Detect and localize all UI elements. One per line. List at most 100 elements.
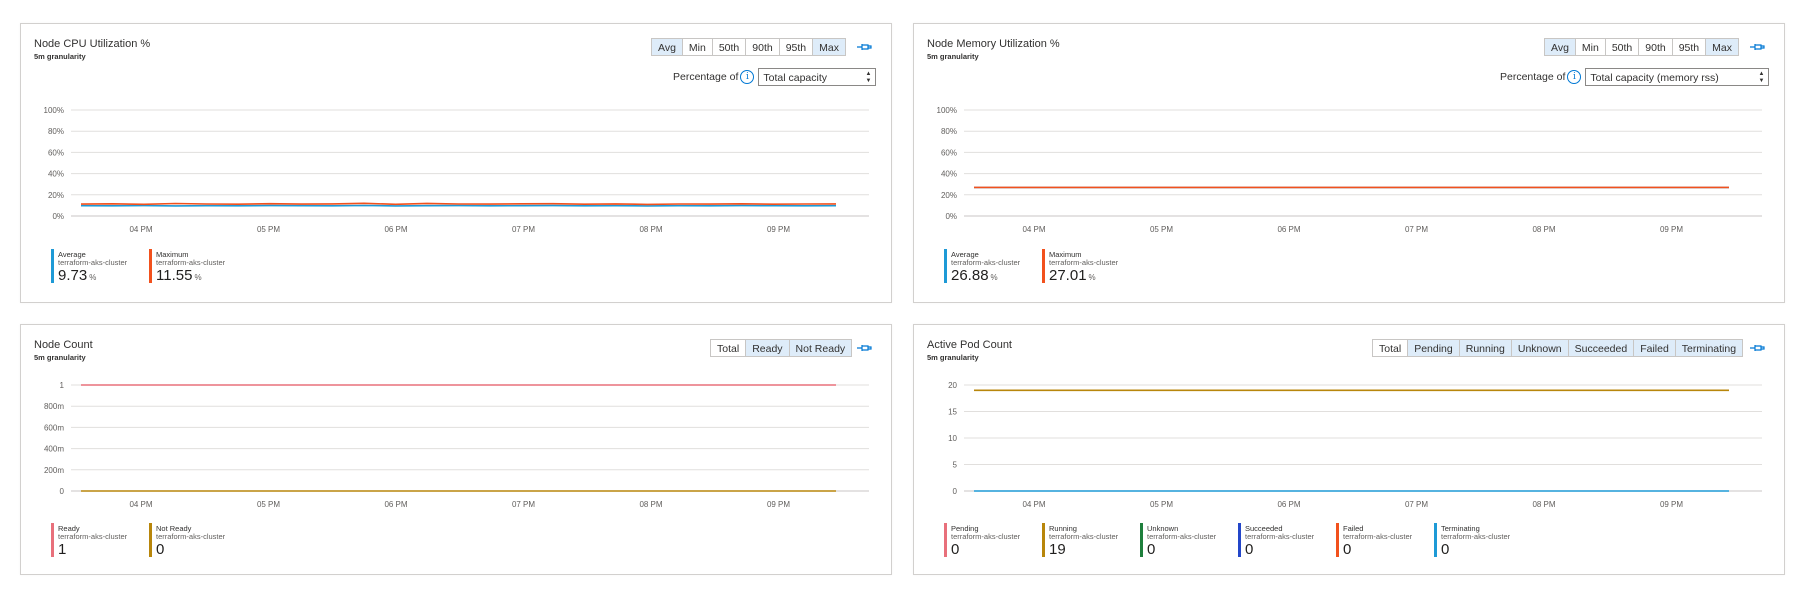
y-tick-label: 0 — [60, 487, 65, 496]
select-caret-icon: ▲ ▼ — [865, 71, 872, 84]
aggregation-95th-button[interactable]: 95th — [778, 38, 814, 56]
legend-series-source: terraform-aks-cluster — [58, 532, 128, 541]
pod-failed-button[interactable]: Failed — [1633, 339, 1676, 357]
aggregation-90th-button[interactable]: 90th — [745, 38, 780, 56]
node-not-ready-button[interactable]: Not Ready — [788, 339, 853, 357]
legend-unit: % — [990, 273, 998, 282]
series-line-maximum — [80, 202, 837, 206]
legend-unit: % — [194, 273, 202, 282]
aggregation-min-button[interactable]: Min — [681, 38, 713, 56]
aggregation-50th-button[interactable]: 50th — [711, 38, 747, 56]
legend-series-value: 0 — [156, 541, 165, 558]
pod-terminating-button[interactable]: Terminating — [1674, 339, 1744, 357]
legend-series-value: 0 — [1147, 541, 1156, 558]
legend-series-source: terraform-aks-cluster — [1049, 258, 1119, 267]
y-tick-label: 400m — [44, 445, 64, 454]
pod-pending-button[interactable]: Pending — [1407, 339, 1460, 357]
legend-series-value: 0 — [1343, 541, 1352, 558]
aggregation-avg-button[interactable]: Avg — [1544, 38, 1576, 56]
y-tick-label: 0 — [953, 487, 958, 496]
pod-running-button[interactable]: Running — [1458, 339, 1512, 357]
legend-color-swatch — [944, 523, 947, 557]
legend-color-swatch — [149, 249, 152, 283]
x-tick-label: 08 PM — [639, 500, 662, 509]
capacity-select[interactable]: Total capacity ▲ ▼ — [758, 68, 877, 86]
aggregation-50th-button[interactable]: 50th — [1604, 38, 1640, 56]
legend-series-value: 26.88% — [951, 267, 998, 284]
legend-series-source: terraform-aks-cluster — [1245, 532, 1315, 541]
y-tick-label: 800m — [44, 402, 64, 411]
panel-title: Node Count — [34, 339, 93, 351]
legend-series-source: terraform-aks-cluster — [1343, 532, 1413, 541]
legend-series-value: 0 — [1441, 541, 1450, 558]
percentage-of-label: Percentage of — [673, 71, 739, 83]
legend-series-value: 27.01% — [1049, 267, 1096, 284]
pod-count-panel: Active Pod Count 5m granularity Total Pe… — [913, 324, 1785, 575]
legend-series-source: terraform-aks-cluster — [951, 532, 1021, 541]
legend-color-swatch — [1042, 249, 1045, 283]
aggregation-95th-button[interactable]: 95th — [1671, 38, 1707, 56]
aggregation-toggle: Avg Min 50th 90th 95th Max — [651, 38, 846, 56]
x-tick-label: 08 PM — [1532, 225, 1555, 234]
node-state-toggle: Total Ready Not Ready — [710, 339, 853, 357]
node-ready-button[interactable]: Ready — [745, 339, 790, 357]
panel-subtitle: 5m granularity — [927, 52, 979, 61]
pod-succeeded-button[interactable]: Succeeded — [1567, 339, 1635, 357]
cpu-line-chart: 0% 20% 40% 60% 80% 100% 04 PM 05 PM 06 PM 07 PM 08… — [44, 106, 869, 234]
y-tick-label: 10 — [948, 434, 957, 443]
aggregation-max-button[interactable]: Max — [812, 38, 846, 56]
legend-unit: % — [89, 273, 97, 282]
legend-series-value: 0 — [1245, 541, 1254, 558]
y-tick-label: 0% — [945, 212, 957, 221]
select-caret-icon: ▲ ▼ — [1758, 71, 1765, 84]
y-tick-label: 60% — [48, 148, 64, 157]
x-tick-label: 09 PM — [1660, 500, 1683, 509]
panel-subtitle: 5m granularity — [927, 353, 979, 362]
node-total-button[interactable]: Total — [710, 339, 747, 357]
aggregation-min-button[interactable]: Min — [1574, 38, 1606, 56]
aggregation-90th-button[interactable]: 90th — [1638, 38, 1673, 56]
x-tick-label: 05 PM — [257, 500, 280, 509]
x-tick-label: 08 PM — [639, 225, 662, 234]
y-tick-label: 0% — [52, 212, 64, 221]
y-tick-label: 100% — [937, 106, 957, 115]
x-tick-label: 04 PM — [129, 500, 152, 509]
aggregation-avg-button[interactable]: Avg — [651, 38, 683, 56]
panel-title: Active Pod Count — [927, 339, 1012, 351]
legend-series-value: 0 — [951, 541, 960, 558]
x-tick-label: 06 PM — [384, 500, 407, 509]
legend-color-swatch — [1140, 523, 1143, 557]
info-icon[interactable]: i — [1567, 70, 1582, 84]
pin-icon[interactable] — [1749, 342, 1765, 354]
pod-count-line-chart: 0 5 10 15 20 04 PM 05 PM 06 PM 07 PM 08 PM 09 PM — [948, 381, 1762, 509]
legend-unit: % — [1088, 273, 1096, 282]
node-count-line-chart: 0 200m 400m 600m 800m 1 04 PM 05 PM 06 PM 07 PM 08… — [44, 381, 869, 509]
legend-series-source: terraform-aks-cluster — [58, 258, 128, 267]
percentage-of-row: Percentage of i Total capacity (memory r… — [1500, 68, 1770, 86]
pod-unknown-button[interactable]: Unknown — [1510, 339, 1569, 357]
info-icon[interactable]: i — [740, 70, 755, 84]
x-tick-label: 06 PM — [384, 225, 407, 234]
pin-icon[interactable] — [856, 41, 872, 53]
y-tick-label: 20% — [48, 191, 64, 200]
legend-series-source: terraform-aks-cluster — [1441, 532, 1511, 541]
legend-color-swatch — [1238, 523, 1241, 557]
legend-series-value: 19 — [1049, 541, 1066, 558]
pod-total-button[interactable]: Total — [1372, 339, 1409, 357]
x-tick-label: 07 PM — [1405, 500, 1428, 509]
legend-color-swatch — [1434, 523, 1437, 557]
panel-subtitle: 5m granularity — [34, 52, 86, 61]
x-tick-label: 07 PM — [512, 225, 535, 234]
cpu-utilization-panel: Node CPU Utilization % 5m granularity Av… — [20, 23, 892, 303]
capacity-select[interactable]: Total capacity (memory rss) ▲ ▼ — [1585, 68, 1770, 86]
percentage-of-row: Percentage of i Total capacity ▲ ▼ — [673, 68, 877, 86]
x-tick-label: 06 PM — [1277, 225, 1300, 234]
pin-icon[interactable] — [1749, 41, 1765, 53]
legend-color-swatch — [51, 523, 54, 557]
aggregation-max-button[interactable]: Max — [1705, 38, 1739, 56]
y-tick-label: 60% — [941, 148, 957, 157]
node-count-panel: Node Count 5m granularity Total Ready No… — [20, 324, 892, 575]
y-tick-label: 200m — [44, 466, 64, 475]
y-tick-label: 40% — [941, 170, 957, 179]
pin-icon[interactable] — [856, 342, 872, 354]
